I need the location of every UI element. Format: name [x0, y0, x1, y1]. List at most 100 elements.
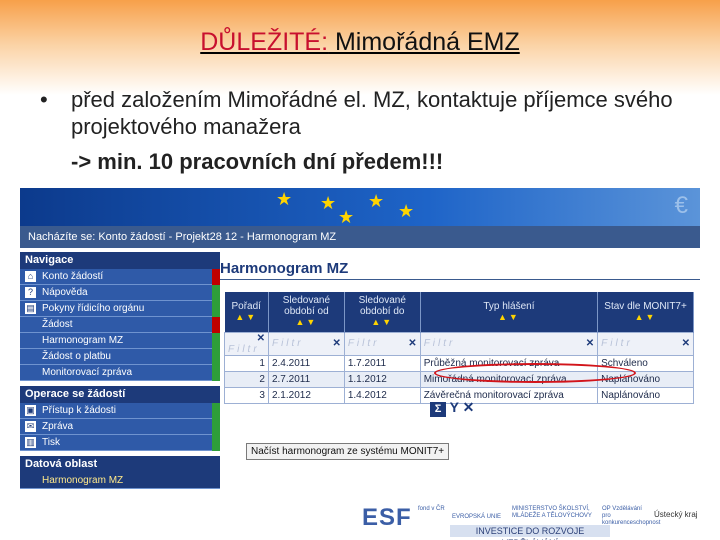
sort-arrows-icon[interactable]: ▲▼	[421, 312, 597, 323]
filter-input[interactable]: ✕ Filtr	[597, 331, 694, 356]
eu-star-icon: ★	[320, 193, 337, 213]
sidebar-item[interactable]: Žádost	[20, 317, 220, 333]
table-cell: 2	[224, 370, 269, 388]
sidebar-item[interactable]: ▤ Pokyny řídicího orgánu	[20, 301, 220, 317]
table-cell: 1.4.2012	[343, 386, 421, 404]
status-marker	[212, 435, 220, 451]
table-tools: Σ Y ✕	[430, 399, 474, 417]
sum-icon[interactable]: Σ	[430, 402, 446, 417]
sort-arrows-icon[interactable]: ▲▼	[598, 312, 693, 323]
filter-icon[interactable]: Y	[450, 399, 459, 415]
sidebar-section-title: Navigace	[20, 252, 220, 269]
column-header-label: Sledované období od	[282, 295, 331, 318]
column-header[interactable]: Pořadí ▲▼	[224, 292, 269, 332]
footer-logos: ESF fond v ČR EVROPSKÁ UNIE MINISTERSTVO…	[340, 494, 700, 540]
sort-arrows-icon[interactable]: ▲▼	[269, 317, 344, 328]
filter-input[interactable]: ✕ Filtr	[224, 331, 269, 356]
sidebar-item[interactable]: ⌂ Konto žádostí	[20, 269, 220, 285]
sidebar-section-title: Datová oblast	[20, 456, 220, 473]
sidebar-item-label: Zpráva	[42, 421, 74, 432]
filter-input[interactable]: ✕ Filtr	[267, 331, 345, 356]
clear-filter-icon[interactable]: ✕	[463, 399, 475, 415]
bullet-point: • před založením Mimořádné el. MZ, konta…	[40, 86, 700, 175]
filter-placeholder: Filtr	[228, 343, 260, 355]
slide-title-main: Mimořádná EMZ	[328, 28, 520, 56]
sort-arrows-icon[interactable]: ▲▼	[225, 312, 268, 323]
eu-star-icon: ★	[368, 191, 385, 211]
highlight-ellipse	[434, 363, 636, 383]
clear-icon[interactable]: ✕	[586, 338, 594, 349]
sidebar-item-label: Harmonogram MZ	[42, 335, 124, 346]
status-marker	[212, 349, 220, 365]
clear-icon[interactable]: ✕	[332, 338, 340, 349]
table-cell: 3	[224, 386, 269, 404]
clear-icon[interactable]: ✕	[257, 333, 265, 344]
column-header[interactable]: Stav dle MONIT7+ ▲▼	[597, 292, 694, 332]
mail-icon: ✉	[25, 421, 36, 432]
column-header[interactable]: Typ hlášení ▲▼	[420, 292, 599, 332]
sidebar-item-label: Harmonogram MZ	[42, 475, 124, 486]
status-marker	[212, 333, 220, 349]
sidebar: Navigace ⌂ Konto žádostí? Nápověda ▤ Pokyny ř…	[20, 252, 220, 510]
eu-star-icon: ★	[276, 189, 293, 209]
sidebar-item-label: Nápověda	[42, 287, 88, 298]
sidebar-item[interactable]: ✉ Zpráva	[20, 419, 220, 435]
sidebar-item-label: Žádost o platbu	[42, 351, 111, 362]
status-marker	[212, 317, 220, 333]
table-cell: 1	[224, 354, 269, 372]
filter-placeholder: Filtr	[347, 338, 380, 349]
table-cell: 2.4.2011	[267, 354, 345, 372]
table-cell: 1.1.2012	[343, 370, 421, 388]
clear-icon[interactable]: ✕	[682, 338, 690, 349]
status-marker	[212, 365, 220, 381]
sidebar-item[interactable]: ? Nápověda	[20, 285, 220, 301]
load-harmonogram-button[interactable]: Načíst harmonogram ze systému MONIT7+	[246, 443, 450, 460]
status-marker	[212, 301, 220, 317]
sidebar-item[interactable]: ▣ Přístup k žádosti	[20, 403, 220, 419]
sidebar-item[interactable]: ▥ Tisk	[20, 435, 220, 451]
sidebar-item[interactable]: Žádost o platbu	[20, 349, 220, 365]
help-icon: ?	[25, 287, 36, 298]
sort-arrows-icon[interactable]: ▲▼	[345, 317, 420, 328]
book-icon: ▤	[25, 303, 36, 314]
sidebar-item-label: Monitorovací zpráva	[42, 367, 133, 378]
title-divider	[220, 279, 700, 280]
filter-placeholder: Filtr	[423, 338, 456, 349]
investment-band: INVESTICE DO ROZVOJE VZDĚLÁVÁNÍ	[450, 525, 610, 540]
sidebar-item[interactable]: Monitorovací zpráva	[20, 365, 220, 381]
sidebar-item-label: Přístup k žádosti	[42, 405, 116, 416]
sidebar-item-label: Žádost	[42, 319, 73, 330]
esf-sub-text: fond v ČR	[418, 506, 445, 512]
print-icon: ▥	[25, 437, 36, 448]
lock-icon: ▣	[25, 405, 36, 416]
clear-icon[interactable]: ✕	[408, 338, 416, 349]
column-header[interactable]: Sledované období do ▲▼	[344, 292, 421, 332]
table-cell: 1.7.2011	[343, 354, 421, 372]
sidebar-item-label: Tisk	[42, 437, 60, 448]
status-marker	[212, 285, 220, 301]
column-header-label: Typ hlášení	[483, 300, 535, 312]
filter-input[interactable]: ✕ Filtr	[343, 331, 421, 356]
table-cell: Naplánováno	[597, 386, 694, 404]
column-header[interactable]: Sledované období od ▲▼	[268, 292, 345, 332]
main-panel: Harmonogram MZ Pořadí ▲▼ Sledované období …	[220, 252, 700, 510]
table-cell: 2.7.2011	[267, 370, 345, 388]
eu-star-icon: ★	[338, 207, 355, 226]
sidebar-item-label: Pokyny řídicího orgánu	[42, 303, 145, 314]
sidebar-item[interactable]: Harmonogram MZ	[20, 473, 220, 489]
status-marker	[212, 419, 220, 435]
filter-placeholder: Filtr	[601, 338, 633, 349]
sidebar-item[interactable]: Harmonogram MZ	[20, 333, 220, 349]
app-screenshot: ★ ★ ★ ★ ★ € Nacházíte se: Konto žádostí …	[20, 188, 700, 510]
op-text: OP Vzdělávání pro konkurenceschopnost	[602, 506, 661, 526]
column-header-label: Stav dle MONIT7+	[604, 300, 687, 312]
status-marker	[212, 269, 220, 285]
table-cell: 2.1.2012	[267, 386, 345, 404]
app-banner: ★ ★ ★ ★ ★ €	[20, 188, 700, 226]
column-header-label: Sledované období do	[358, 295, 406, 318]
filter-row: ✕ Filtr ✕ Filtr ✕ Filtr ✕ Filtr ✕ Filtr	[224, 331, 694, 356]
eu-star-icon: ★	[398, 201, 415, 221]
euro-icon: €	[674, 192, 688, 219]
column-header-label: Pořadí	[231, 300, 261, 312]
filter-input[interactable]: ✕ Filtr	[419, 331, 599, 356]
